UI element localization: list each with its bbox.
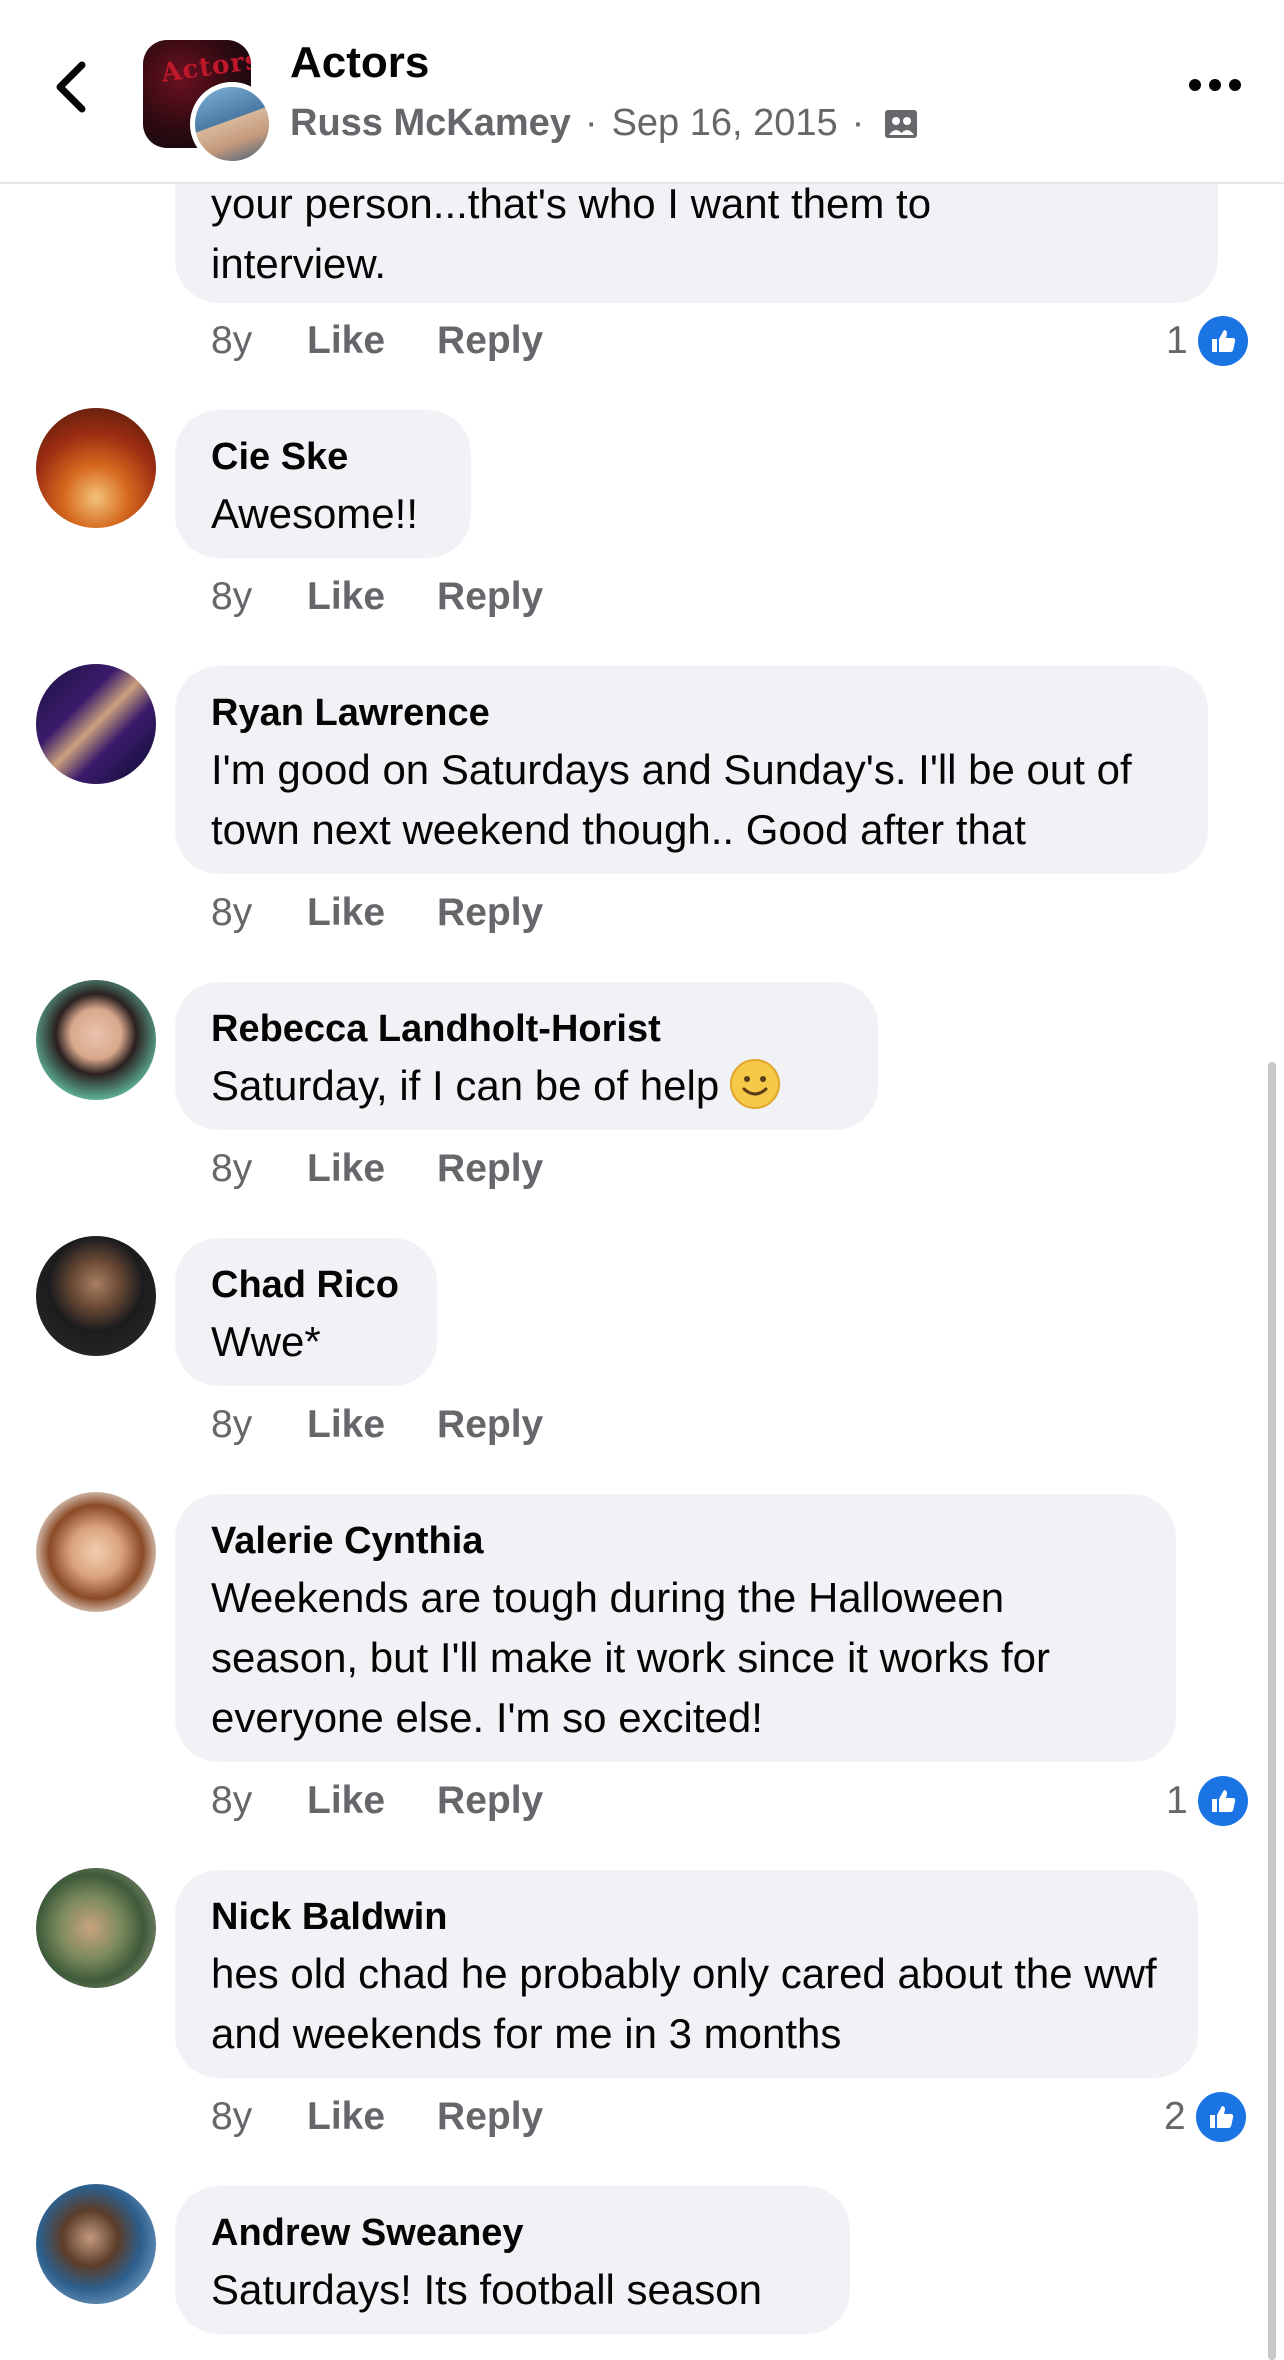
commenter-avatar[interactable] (36, 1868, 156, 1988)
meta-separator: · (584, 102, 598, 144)
comment-actions: 8y Like Reply (211, 572, 595, 622)
back-button[interactable] (40, 52, 100, 122)
reply-button[interactable]: Reply (437, 891, 543, 935)
comment-text: Awesome!! (211, 490, 418, 537)
author-name[interactable]: Russ McKamey (290, 102, 571, 145)
group-audience-icon (882, 105, 920, 143)
meta-separator: · (851, 102, 865, 144)
like-button[interactable]: Like (307, 319, 385, 363)
comment-text-content: Saturday, if I can be of help (211, 1062, 720, 1109)
comment-text: Saturday, if I can be of help (211, 1056, 842, 1126)
chevron-left-icon (56, 61, 86, 113)
comment-time[interactable]: 8y (211, 1779, 307, 1823)
comment-actions: 8y Like Reply (211, 888, 595, 938)
comment-bubble[interactable]: Andrew Sweaney Saturdays! Its football s… (175, 2186, 850, 2334)
commenter-avatar[interactable] (36, 1236, 156, 1356)
reply-button[interactable]: Reply (437, 575, 543, 619)
thumbs-up-icon (1197, 1776, 1248, 1826)
comment-bubble[interactable]: Cie Ske Awesome!! (175, 410, 471, 558)
reaction-number: 1 (1166, 1779, 1188, 1822)
reaction-count[interactable]: 2 (1164, 2092, 1246, 2142)
commenter-avatar[interactable] (36, 980, 156, 1100)
comment-bubble[interactable]: Ryan Lawrence I'm good on Saturdays and … (175, 666, 1208, 874)
comment-time[interactable]: 8y (211, 1147, 307, 1191)
comment-bubble[interactable]: Rebecca Landholt-Horist Saturday, if I c… (175, 982, 878, 1130)
scrollbar[interactable] (1268, 1062, 1276, 2360)
commenter-name[interactable]: Valerie Cynthia (211, 1516, 1140, 1566)
comment-actions: 8y Like Reply (211, 2092, 595, 2142)
reply-button[interactable]: Reply (437, 2095, 543, 2139)
author-avatar[interactable] (190, 82, 274, 166)
reply-button[interactable]: Reply (437, 1403, 543, 1447)
comment-time[interactable]: 8y (211, 319, 307, 363)
comment-actions: 8y Like Reply (211, 1776, 595, 1826)
reply-button[interactable]: Reply (437, 1147, 543, 1191)
comment-bubble[interactable]: Nick Baldwin hes old chad he probably on… (175, 1870, 1198, 2078)
post-date[interactable]: Sep 16, 2015 (612, 102, 838, 145)
comment-time[interactable]: 8y (211, 1403, 307, 1447)
group-title[interactable]: Actors (290, 38, 429, 88)
commenter-name[interactable]: Andrew Sweaney (211, 2208, 814, 2258)
commenter-avatar[interactable] (36, 1492, 156, 1612)
comment-text: your person...that's who I want them to … (211, 180, 932, 287)
like-button[interactable]: Like (307, 891, 385, 935)
comment-text: hes old chad he probably only cared abou… (211, 1950, 1157, 2057)
post-meta: Russ McKamey · Sep 16, 2015 · (290, 102, 920, 145)
like-button[interactable]: Like (307, 575, 385, 619)
comment-time[interactable]: 8y (211, 2095, 307, 2139)
reaction-number: 1 (1166, 319, 1188, 362)
like-button[interactable]: Like (307, 1147, 385, 1191)
like-button[interactable]: Like (307, 1779, 385, 1823)
comment-time[interactable]: 8y (211, 891, 307, 935)
reaction-number: 2 (1164, 2095, 1186, 2138)
comment-bubble[interactable]: Valerie Cynthia Weekends are tough durin… (175, 1494, 1176, 1762)
post-header: Actors Actors Russ McKamey · Sep 16, 201… (0, 0, 1284, 184)
commenter-name[interactable]: Ryan Lawrence (211, 688, 1172, 738)
reaction-count[interactable]: 1 (1166, 316, 1248, 366)
comment-text: Weekends are tough during the Halloween … (211, 1574, 1050, 1741)
like-button[interactable]: Like (307, 1403, 385, 1447)
comment-actions: 8y Like Reply (211, 1400, 595, 1450)
commenter-name[interactable]: Nick Baldwin (211, 1892, 1162, 1942)
commenter-avatar[interactable] (36, 664, 156, 784)
comment-text: Saturdays! Its football season (211, 2266, 762, 2313)
thumbs-up-icon (1197, 316, 1248, 366)
reply-button[interactable]: Reply (437, 319, 543, 363)
comment-time[interactable]: 8y (211, 575, 307, 619)
thumbs-up-icon (1195, 2092, 1246, 2142)
comment-actions: 8y Like Reply (211, 1144, 595, 1194)
more-dots-icon (1189, 79, 1241, 91)
commenter-avatar[interactable] (36, 2184, 156, 2304)
comment-actions: 8y Like Reply (211, 316, 595, 366)
commenter-name[interactable]: Chad Rico (211, 1260, 401, 1310)
like-button[interactable]: Like (307, 2095, 385, 2139)
commenter-name[interactable]: Rebecca Landholt-Horist (211, 1004, 842, 1054)
commenter-name[interactable]: Cie Ske (211, 432, 435, 482)
commenter-avatar[interactable] (36, 408, 156, 528)
comment-bubble[interactable]: Chad Rico Wwe* (175, 1238, 437, 1386)
more-options-button[interactable] (1180, 60, 1250, 110)
comment-text: I'm good on Saturdays and Sunday's. I'll… (211, 746, 1132, 853)
comment-text: Wwe* (211, 1318, 321, 1365)
reaction-count[interactable]: 1 (1166, 1776, 1248, 1826)
smiley-emoji-icon (729, 1058, 781, 1126)
reply-button[interactable]: Reply (437, 1779, 543, 1823)
